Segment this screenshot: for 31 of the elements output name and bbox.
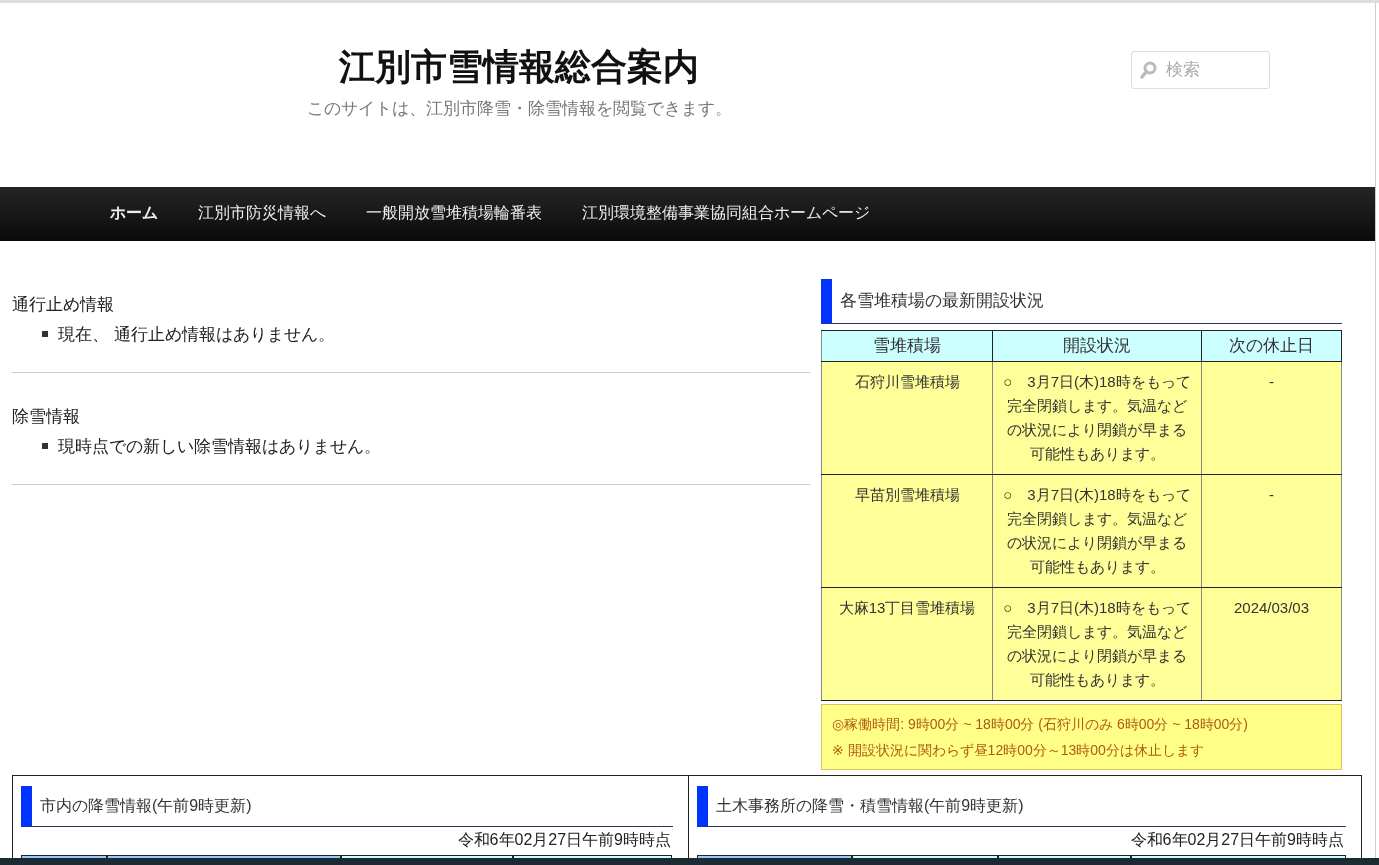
site-cell: 早苗別雪堆積場 [821, 474, 993, 588]
bullet-icon [42, 331, 48, 338]
notice-heading: 除雪情報 [12, 405, 81, 428]
bullet-icon [42, 443, 48, 450]
nav-link[interactable]: 一般開放雪堆積場輪番表 [346, 203, 562, 225]
search-field[interactable]: 検索 [1131, 51, 1270, 89]
site-cell: 石狩川雪堆積場 [821, 361, 993, 475]
nav-link[interactable]: ホーム [90, 203, 178, 225]
panel-heading: 市内の降雪情報(午前9時更新) [21, 786, 673, 827]
closure-cell: - [1201, 474, 1342, 588]
note-text: ※ 開設状況に関わらず昼12時00分～13時00分は休止します [832, 740, 1205, 760]
status-cell: ○ 3月7日(木)18時をもって完全閉鎖します。気温などの状況により閉鎖が早まる可能性もあります。 [992, 474, 1202, 588]
panel-heading: 土木事務所の降雪・積雪情報(午前9時更新) [697, 786, 1346, 827]
note-text: ◎稼働時間: 9時00分 ~ 18時00分 (石狩川のみ 6時00分 ~ 18時00分) [832, 714, 1249, 734]
notice-text: 現時点での新しい除雪情報はありません。 [58, 435, 381, 458]
site-title: 江別市雪情報総合案内 [339, 45, 699, 89]
status-cell: ○ 3月7日(木)18時をもって完全閉鎖します。気温などの状況により閉鎖が早まる可能性もあります。 [992, 587, 1202, 701]
closure-cell: - [1201, 361, 1342, 475]
nav-link[interactable]: 江別市防災情報へ [178, 203, 346, 225]
column-header: 開設状況 [992, 330, 1202, 362]
site-tagline: このサイトは、江別市降雪・除雪情報を閲覧できます。 [306, 98, 732, 120]
notice-heading: 通行止め情報 [12, 293, 115, 316]
status-cell: ○ 3月7日(木)18時をもって完全閉鎖します。気温などの状況により閉鎖が早まる可能性もあります。 [992, 361, 1202, 475]
closure-cell: 2024/03/03 [1201, 587, 1342, 701]
panel-timestamp: 令和6年02月27日午前9時時点 [1129, 830, 1345, 850]
panel-timestamp: 令和6年02月27日午前9時時点 [456, 830, 672, 850]
notice-text: 現在、 通行止め情報はありません。 [58, 323, 335, 346]
column-header: 次の休止日 [1201, 330, 1342, 362]
site-cell: 大麻13丁目雪堆積場 [821, 587, 993, 701]
column-header: 雪堆積場 [821, 330, 993, 362]
nav-link[interactable]: 江別環境整備事業協同組合ホームページ [562, 203, 890, 225]
